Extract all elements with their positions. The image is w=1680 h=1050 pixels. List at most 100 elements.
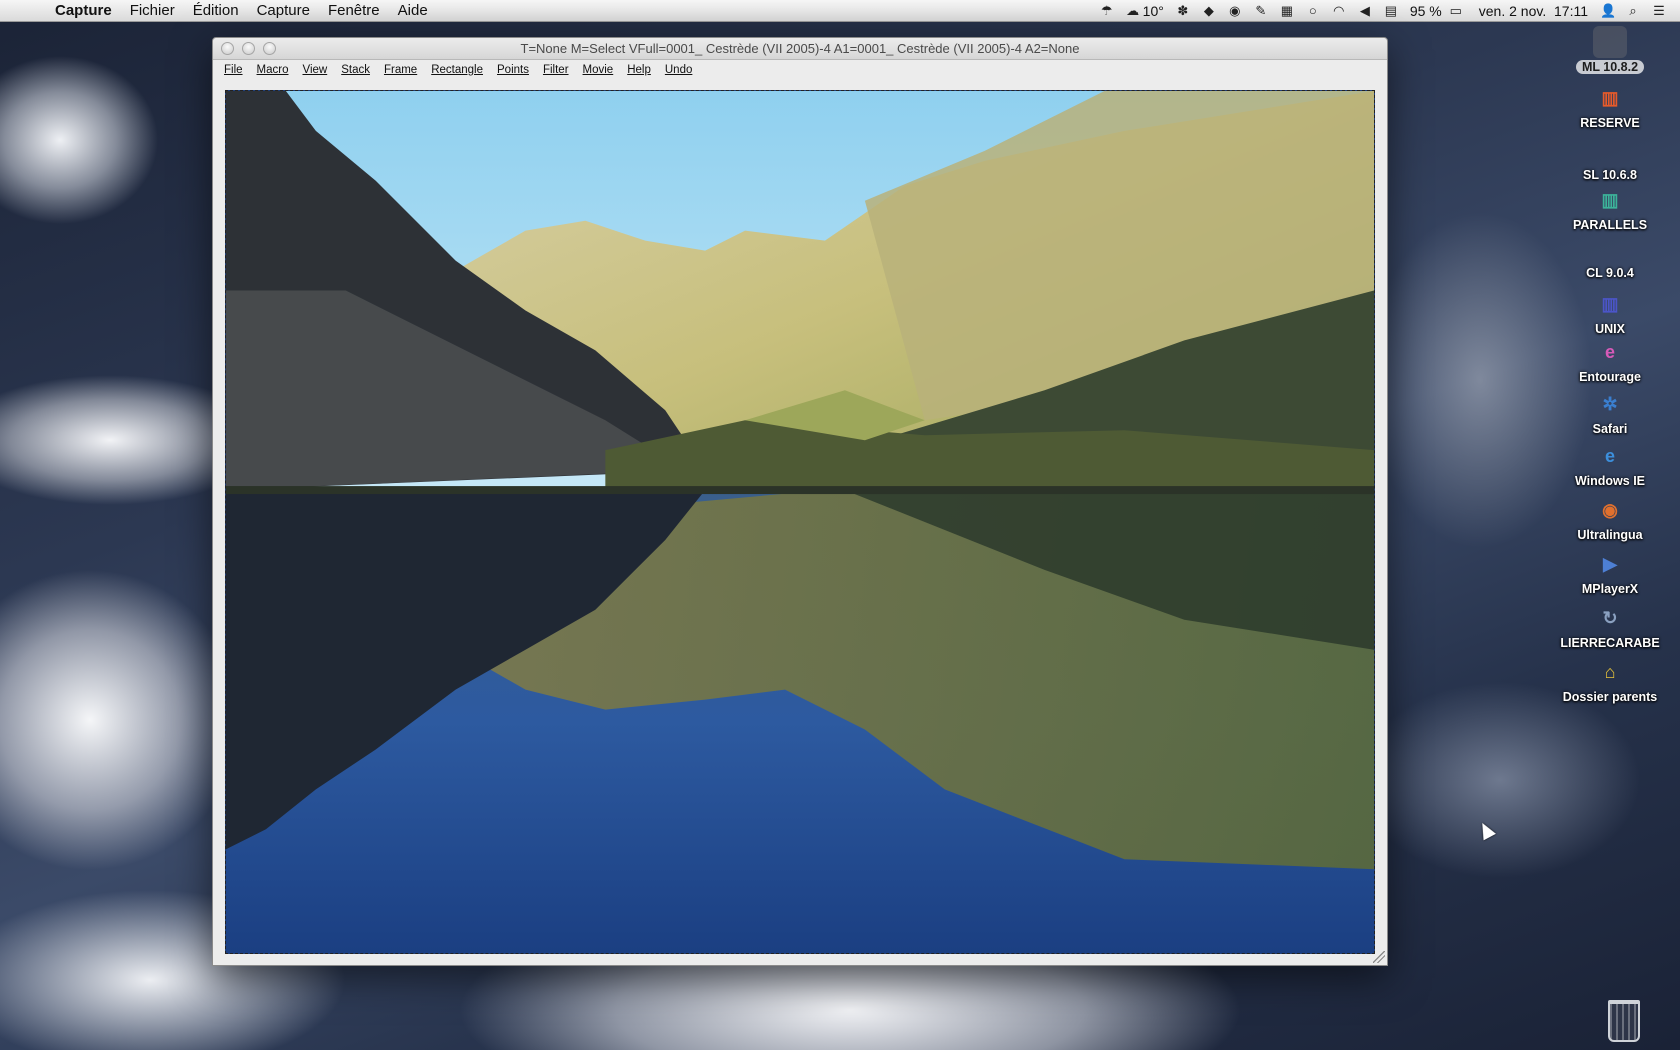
volume-status[interactable]: ◀: [1352, 2, 1378, 18]
desktop-icon-cl-9-0-4[interactable]: CL 9.0.4: [1540, 232, 1680, 280]
window-title: T=None M=Select VFull=0001_ Cestrède (VI…: [520, 41, 1080, 56]
apple-disk-icon: [1593, 134, 1627, 166]
trash-icon[interactable]: [1608, 1000, 1640, 1042]
desktop-icon-label: SL 10.6.8: [1583, 168, 1637, 182]
toolbar-movie[interactable]: Movie: [576, 64, 621, 76]
clock-text: ven. 2 nov. 17:11: [1478, 2, 1588, 19]
image-window: T=None M=Select VFull=0001_ Cestrède (VI…: [212, 37, 1388, 966]
apple-disk-icon: [1593, 232, 1627, 264]
entourage-icon: e: [1604, 341, 1615, 362]
weather-cloud-icon: ☁: [1126, 2, 1140, 18]
resize-grip[interactable]: [1373, 951, 1385, 963]
desktop-icon-label: RESERVE: [1580, 116, 1640, 130]
dropbox-status[interactable]: ◆: [1196, 2, 1222, 18]
toolbar-stack[interactable]: Stack: [334, 64, 377, 76]
script-icon: ✎: [1255, 2, 1267, 18]
desktop-icon-label: UNIX: [1595, 322, 1625, 336]
toolbar-frame[interactable]: Frame: [377, 64, 424, 76]
desktop-icon-label: Ultralingua: [1577, 528, 1643, 542]
status-area: ☂ ☁ 10° ✽ ◆ ◉ ✎ ▦ ○ ◠ ◀ ▤ 95 % ▭ ven. 2 …: [1094, 0, 1680, 22]
disc-status[interactable]: ◉: [1222, 2, 1248, 18]
image-canvas[interactable]: [225, 90, 1375, 954]
toolbar-help[interactable]: Help: [620, 64, 658, 76]
menu-fenetre[interactable]: Fenêtre: [319, 0, 389, 22]
grid-icon: ▦: [1280, 2, 1293, 18]
toolbar-filter[interactable]: Filter: [536, 64, 576, 76]
desktop-icon-label: ML 10.8.2: [1575, 60, 1645, 74]
home-folder-icon: ⌂: [1604, 661, 1616, 682]
notifications-status[interactable]: ☰: [1646, 2, 1672, 18]
chat-bubble-icon: ○: [1308, 2, 1317, 18]
desktop-icon-safari[interactable]: ✲ Safari: [1540, 388, 1680, 437]
temperature-text: 10°: [1142, 2, 1164, 19]
desktop-icon-label: Windows IE: [1574, 474, 1646, 488]
desktop-icon-label: Dossier parents: [1562, 690, 1658, 704]
input-status[interactable]: ▤: [1378, 2, 1404, 18]
ultralingua-icon: ◉: [1602, 499, 1618, 520]
desktop-icon-mplayerx[interactable]: ▶ MPlayerX: [1540, 548, 1680, 597]
desktop-icon-windows-ie[interactable]: e Windows IE: [1540, 440, 1680, 489]
desktop-icon-sl-10-6-8[interactable]: SL 10.6.8: [1540, 134, 1680, 182]
desktop-icon-ml-10-8-2[interactable]: ML 10.8.2: [1540, 26, 1680, 74]
user-icon: 👤: [1600, 2, 1617, 18]
desktop-icon-reserve[interactable]: ▥ RESERVE: [1540, 82, 1680, 131]
books-icon: ▥: [1601, 189, 1619, 210]
play-icon: ▶: [1603, 553, 1617, 574]
sync-icon: ↻: [1602, 607, 1618, 628]
paw-status[interactable]: ✽: [1170, 2, 1196, 18]
compass-icon: ✲: [1602, 393, 1618, 414]
desktop-icon-label: LIERRECARABE: [1560, 636, 1660, 650]
weather-status[interactable]: ☁ 10°: [1120, 0, 1170, 22]
toolbar-view[interactable]: View: [295, 64, 334, 76]
toolbar-file[interactable]: File: [217, 64, 250, 76]
search-icon: ⌕: [1629, 2, 1637, 18]
desktop-icon-label: Safari: [1592, 422, 1628, 436]
desktop-icon-parallels[interactable]: ▥ PARALLELS: [1540, 184, 1680, 233]
menu-capture[interactable]: Capture: [248, 0, 319, 22]
disc-icon: ◉: [1229, 2, 1241, 18]
user-status[interactable]: 👤: [1594, 2, 1620, 18]
toolbar-undo[interactable]: Undo: [658, 64, 700, 76]
clock-status[interactable]: ven. 2 nov. 17:11: [1473, 0, 1594, 22]
desktop-icon-label: MPlayerX: [1581, 582, 1639, 596]
chat-status[interactable]: ○: [1300, 2, 1326, 18]
spotlight-status[interactable]: ⌕: [1620, 2, 1646, 18]
desktop-icon-label: Entourage: [1579, 370, 1641, 384]
mountain-lake-photo: [226, 91, 1374, 953]
umbrella-status[interactable]: ☂: [1094, 2, 1120, 18]
desktop-icon-lierrecarabe[interactable]: ↻ LIERRECARABE: [1540, 602, 1680, 651]
mouse-cursor-icon: [1476, 819, 1496, 841]
battery-status[interactable]: 95 % ▭: [1404, 0, 1473, 22]
speaker-icon: ◀: [1359, 2, 1370, 18]
desktop-icon-ultralingua[interactable]: ◉ Ultralingua: [1540, 494, 1680, 543]
toolbar-macro[interactable]: Macro: [250, 64, 296, 76]
battery-icon: ▭: [1449, 2, 1462, 18]
desktop-icon-label: CL 9.0.4: [1586, 266, 1634, 280]
internet-explorer-icon: e: [1604, 445, 1615, 466]
menu-extra-status[interactable]: ▦: [1274, 2, 1300, 18]
keyboard-icon: ▤: [1384, 2, 1397, 18]
menu-aide[interactable]: Aide: [389, 0, 437, 22]
paw-icon: ✽: [1177, 2, 1189, 18]
umbrella-icon: ☂: [1100, 2, 1113, 18]
menu-app-capture[interactable]: Capture: [46, 0, 121, 22]
toolbar-points[interactable]: Points: [490, 64, 536, 76]
desktop-icon-label: PARALLELS: [1572, 218, 1648, 232]
desktop-icon-dossier-parents[interactable]: ⌂ Dossier parents: [1540, 656, 1680, 705]
menu-edition[interactable]: Édition: [184, 0, 248, 22]
wifi-status[interactable]: ◠: [1326, 2, 1352, 18]
script-status[interactable]: ✎: [1248, 2, 1274, 18]
desktop-icon-unix[interactable]: ▥ UNIX: [1540, 288, 1680, 337]
list-icon: ☰: [1653, 2, 1665, 18]
window-toolbar: File Macro View Stack Frame Rectangle Po…: [213, 60, 1387, 80]
menu-bar: Capture Fichier Édition Capture Fenêtre …: [0, 0, 1680, 22]
wifi-icon: ◠: [1333, 2, 1345, 18]
apple-disk-icon: [1593, 26, 1627, 58]
menu-fichier[interactable]: Fichier: [121, 0, 184, 22]
books-icon: ▥: [1601, 87, 1619, 108]
toolbar-rectangle[interactable]: Rectangle: [424, 64, 490, 76]
desktop-icon-entourage[interactable]: e Entourage: [1540, 336, 1680, 385]
dropbox-icon: ◆: [1203, 2, 1214, 18]
battery-text: 95 %: [1409, 2, 1442, 19]
window-titlebar[interactable]: T=None M=Select VFull=0001_ Cestrède (VI…: [213, 38, 1387, 60]
